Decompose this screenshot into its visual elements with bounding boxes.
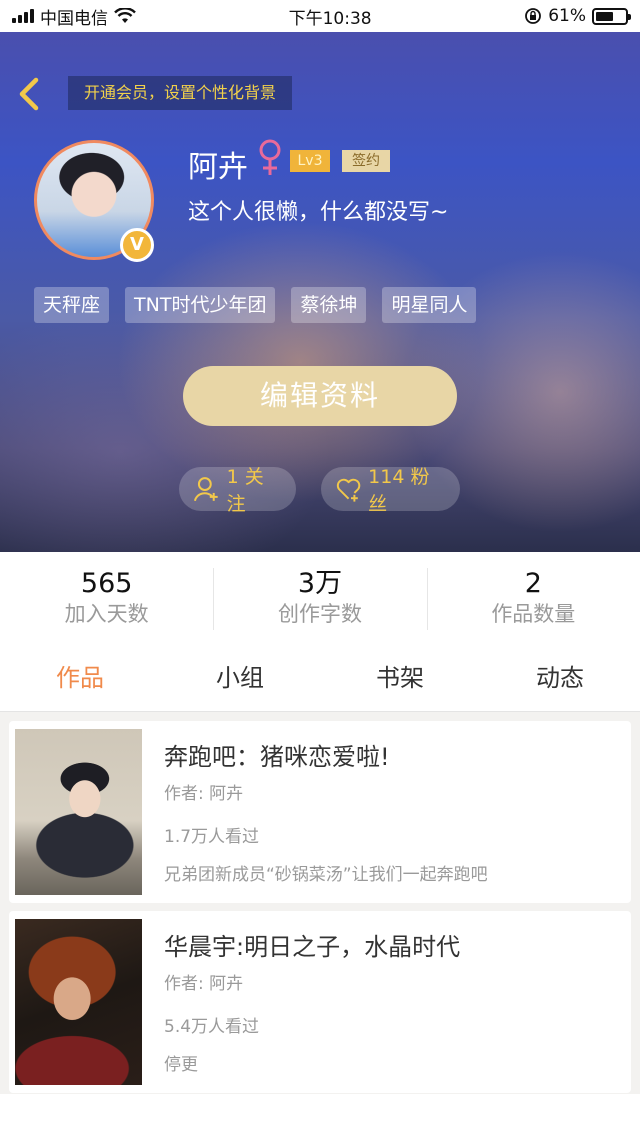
battery-percent: 61% <box>548 6 586 26</box>
signed-badge: 签约 <box>342 150 390 172</box>
status-right: 61% <box>524 6 631 26</box>
signal-icon <box>12 9 34 23</box>
profile-header: 开通会员，设置个性化背景 V 阿卉 Lv3 签约 这个人很懒，什么都没写~ 天秤… <box>0 32 640 552</box>
following-button[interactable]: 1 关注 <box>179 466 296 515</box>
work-description: 兄弟团新成员“砂锅菜汤”让我们一起奔跑吧 <box>164 865 488 885</box>
stat-value: 565 <box>80 568 133 599</box>
following-label: 1 关注 <box>226 466 264 515</box>
work-author: 作者: 阿卉 <box>164 974 244 994</box>
user-name: 阿卉 <box>188 150 248 185</box>
stat-label: 加入天数 <box>64 602 149 626</box>
stat-value: 3万 <box>297 568 343 599</box>
back-chevron-icon[interactable] <box>14 74 46 114</box>
tag-item[interactable]: 蔡徐坤 <box>291 287 367 323</box>
stats-row: 565 加入天数 3万 创作字数 2 作品数量 <box>0 552 640 644</box>
stat-words: 3万 创作字数 <box>213 552 426 644</box>
vip-banner[interactable]: 开通会员，设置个性化背景 <box>68 76 293 110</box>
tab-activity[interactable]: 动态 <box>480 644 640 711</box>
edit-profile-button[interactable]: 编辑资料 <box>183 366 457 426</box>
heart-plus-icon <box>336 478 361 502</box>
tag-item[interactable]: 天秤座 <box>34 287 110 323</box>
fans-button[interactable]: 114 粉丝 <box>321 466 460 515</box>
tab-bookshelf[interactable]: 书架 <box>320 644 480 711</box>
work-cover-image[interactable] <box>15 729 142 895</box>
work-title[interactable]: 华晨宇:明日之子，水晶时代 <box>164 927 460 962</box>
tag-list: 天秤座 TNT时代少年团 蔡徐坤 明星同人 <box>34 287 477 323</box>
work-title[interactable]: 奔跑吧：猪咪恋爱啦! <box>164 737 390 772</box>
tab-works[interactable]: 作品 <box>0 644 160 711</box>
user-bio: 这个人很懒，什么都没写~ <box>188 200 449 225</box>
stat-label: 创作字数 <box>277 602 362 626</box>
wifi-icon <box>114 8 136 23</box>
stat-label: 作品数量 <box>491 602 576 626</box>
tag-item[interactable]: TNT时代少年团 <box>125 287 276 323</box>
level-badge: Lv3 <box>290 150 330 172</box>
add-user-icon <box>193 477 218 502</box>
work-views: 5.4万人看过 <box>164 1017 260 1037</box>
work-author: 作者: 阿卉 <box>164 784 244 804</box>
status-bar: 中国电信 下午10:38 61% <box>0 0 640 32</box>
rotation-lock-icon <box>525 8 542 24</box>
tab-bar: 作品 小组 书架 动态 <box>0 644 640 712</box>
tab-groups[interactable]: 小组 <box>160 644 320 711</box>
work-description: 停更 <box>164 1055 198 1075</box>
stat-value: 2 <box>524 568 542 599</box>
female-icon <box>259 139 281 175</box>
work-card[interactable]: 华晨宇:明日之子，水晶时代 作者: 阿卉 5.4万人看过 停更 <box>9 911 631 1093</box>
battery-icon <box>591 7 631 25</box>
work-views: 1.7万人看过 <box>164 827 260 847</box>
status-left: 中国电信 <box>12 4 136 29</box>
work-card[interactable]: 奔跑吧：猪咪恋爱啦! 作者: 阿卉 1.7万人看过 兄弟团新成员“砂锅菜汤”让我… <box>9 721 631 903</box>
work-cover-image[interactable] <box>15 919 142 1085</box>
clock: 下午10:38 <box>288 8 372 29</box>
carrier-label: 中国电信 <box>40 8 108 29</box>
battery-fill <box>595 11 614 21</box>
stat-days: 565 加入天数 <box>0 552 213 644</box>
fans-label: 114 粉丝 <box>368 466 430 515</box>
verified-badge-icon: V <box>120 228 154 262</box>
tag-item[interactable]: 明星同人 <box>382 287 477 323</box>
stat-works: 2 作品数量 <box>426 552 640 644</box>
bottom-area <box>0 1094 640 1138</box>
